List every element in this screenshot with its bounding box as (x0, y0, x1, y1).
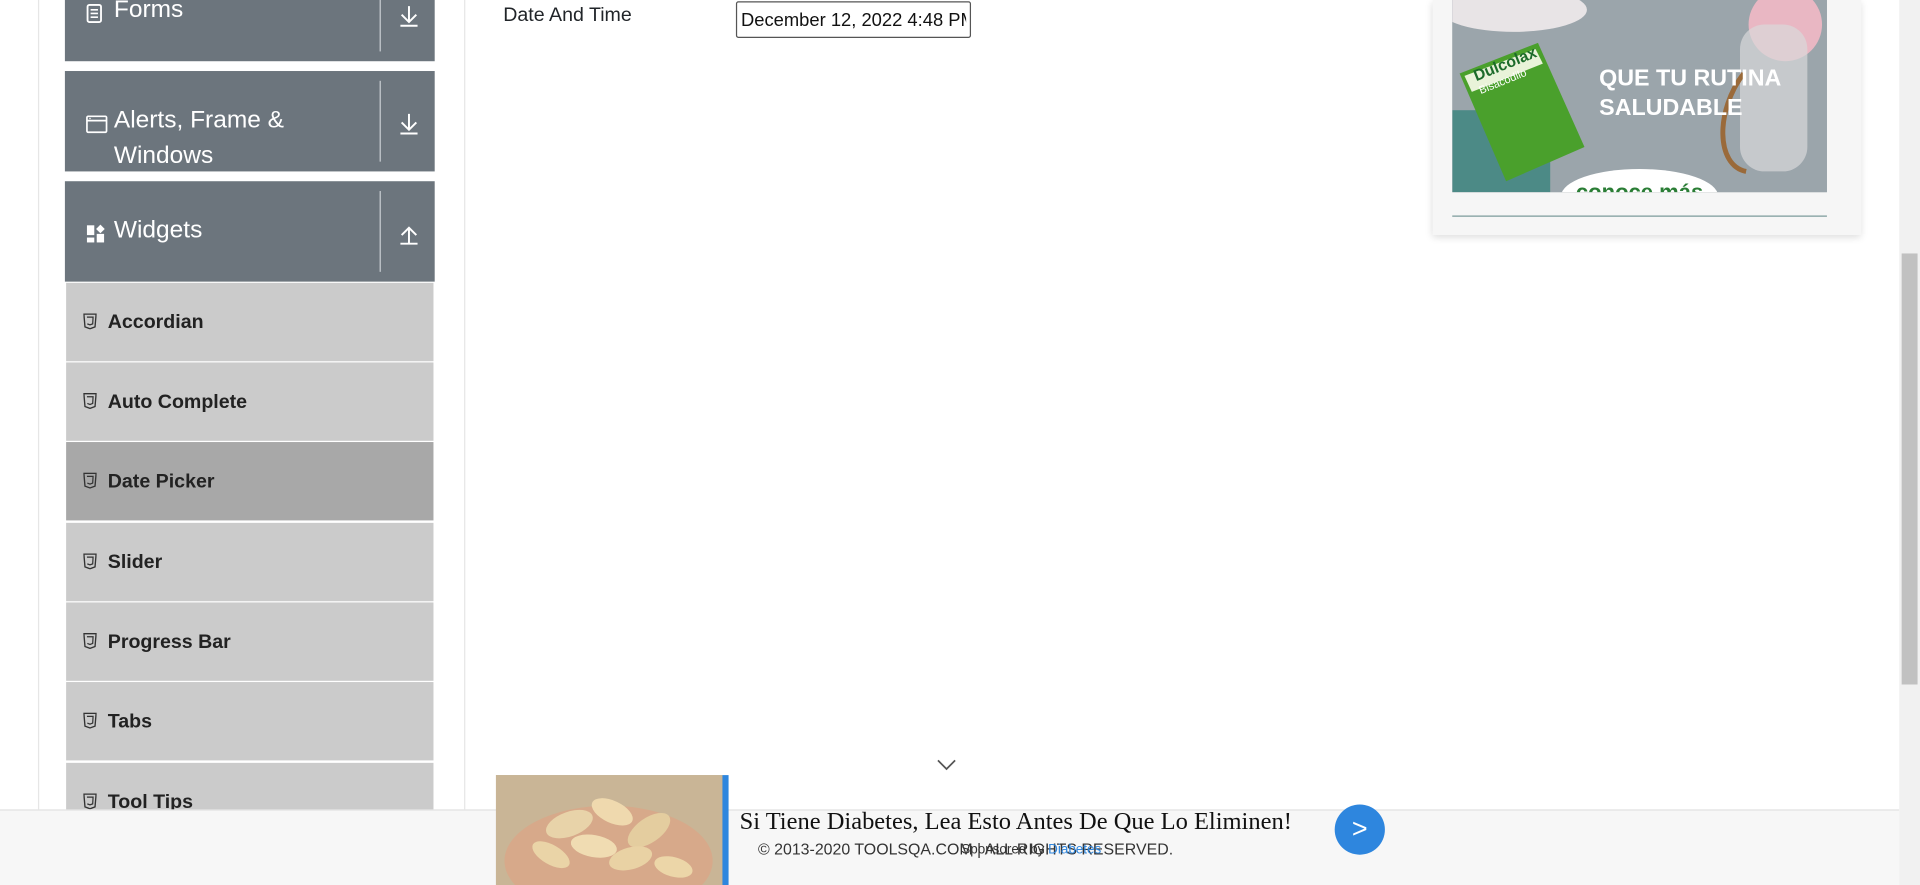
html5-icon (83, 393, 97, 410)
group-widgets[interactable]: Widgets (64, 181, 435, 282)
upload-arrow-icon[interactable] (396, 220, 423, 247)
group-forms-label: Forms (113, 0, 184, 24)
ad-accent-bar (722, 775, 729, 885)
sidebar-item-label: Tabs (107, 711, 153, 733)
sidebar-item-accordian[interactable]: Accordian (66, 282, 434, 362)
sidebar-item-label: Accordian (107, 312, 204, 334)
ad-cta[interactable]: conoce más (1576, 180, 1703, 193)
divider (379, 80, 381, 162)
group-alerts-frame-windows[interactable]: Alerts, Frame & Windows (64, 71, 435, 172)
left-border (37, 0, 40, 885)
html5-icon (83, 793, 97, 810)
group-forms[interactable]: Forms (64, 0, 435, 62)
date-time-input[interactable] (735, 1, 972, 38)
sidebar-item-label: Date Picker (107, 471, 215, 493)
ad-headline[interactable]: Si Tiene Diabetes, Lea Esto Antes De Que… (740, 808, 1292, 836)
ad-divider (1452, 215, 1827, 217)
sponsor-name[interactable]: Diabetes (1048, 842, 1101, 857)
ad-sponsor: Sponsored by Diabetes (961, 842, 1101, 857)
ad-next-button[interactable]: > (1334, 804, 1385, 855)
ad-headline-2: SALUDABLE (1599, 94, 1742, 120)
sidebar-item-label: Slider (107, 552, 163, 574)
document-icon (86, 2, 103, 30)
widgets-icon (86, 223, 106, 251)
sidebar-item-slider[interactable]: Slider (66, 522, 434, 602)
sidebar-item-date-picker[interactable]: Date Picker (66, 442, 434, 521)
html5-icon (83, 553, 97, 570)
html5-icon (83, 712, 97, 729)
date-time-label: Date And Time (503, 4, 632, 26)
divider (379, 0, 381, 52)
ad-banner-bottom[interactable]: Si Tiene Diabetes, Lea Esto Antes De Que… (495, 775, 1402, 885)
sponsored-prefix: Sponsored by (961, 842, 1045, 858)
chevron-down-icon[interactable] (937, 756, 957, 771)
group-widgets-label: Widgets (113, 216, 203, 244)
window-icon (86, 113, 108, 141)
group-alerts-label: Alerts, Frame & (113, 106, 284, 134)
download-arrow-icon[interactable] (396, 110, 423, 137)
sidebar-item-auto-complete[interactable]: Auto Complete (66, 362, 434, 441)
scrollbar-thumb[interactable] (1901, 253, 1918, 685)
sidebar-item-progress-bar[interactable]: Progress Bar (66, 602, 434, 681)
download-arrow-icon[interactable] (396, 2, 423, 29)
sidebar-item-tabs[interactable]: Tabs (66, 682, 434, 761)
html5-icon (83, 472, 97, 489)
ad-image[interactable]: Dulcolax Bisacodilo QUE TU RUTINA SALUDA… (1452, 0, 1827, 193)
html5-icon (83, 633, 97, 650)
ad-banner-top[interactable]: Dulcolax Bisacodilo QUE TU RUTINA SALUDA… (1432, 0, 1862, 236)
sidebar-border (464, 0, 466, 885)
group-alerts-label-line2: Windows (113, 142, 214, 169)
sidebar-item-label: Progress Bar (107, 631, 231, 653)
html5-icon (83, 313, 97, 330)
ad-image-cashews[interactable] (495, 775, 723, 885)
divider (379, 191, 381, 272)
sidebar-item-label: Auto Complete (107, 391, 248, 413)
page: Forms Alerts, Frame & Windows Widgets Ac… (0, 0, 1920, 885)
ad-headline-1: QUE TU RUTINA (1599, 65, 1781, 91)
